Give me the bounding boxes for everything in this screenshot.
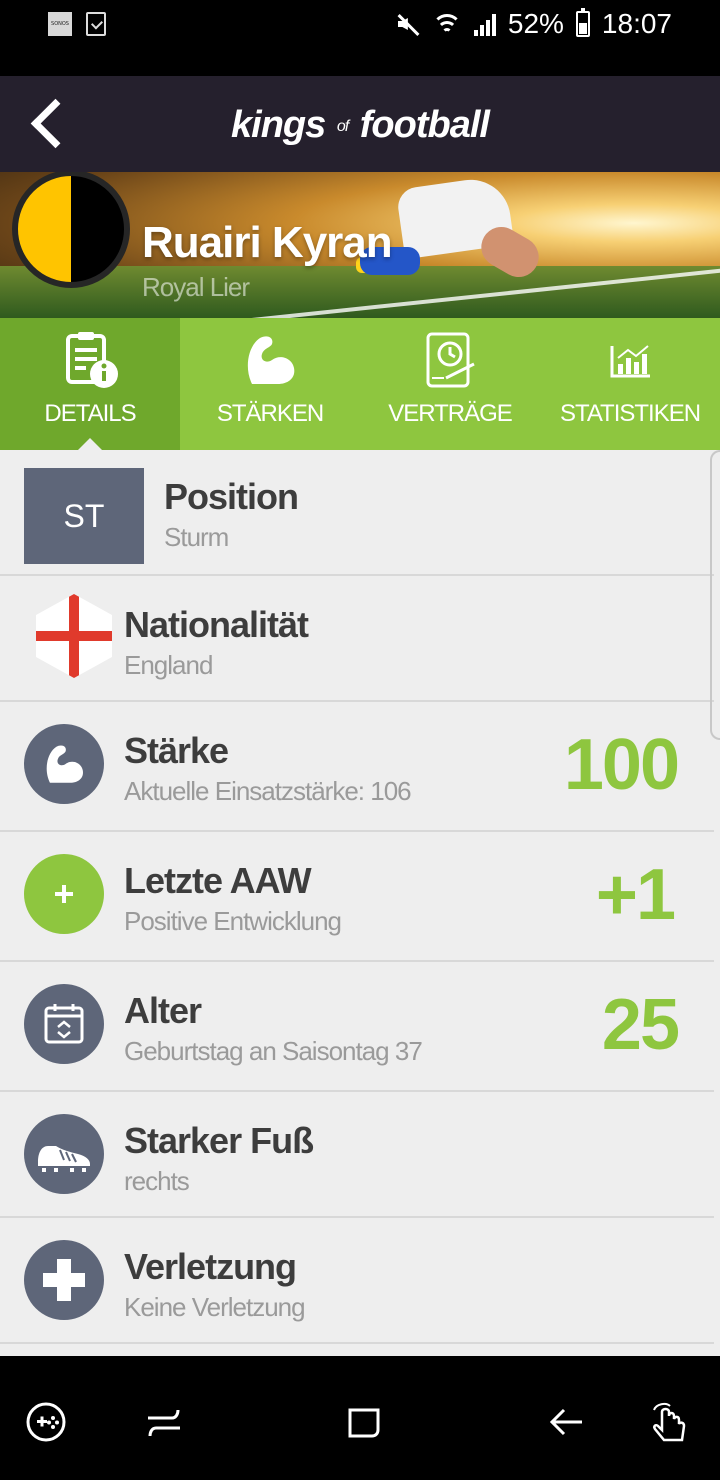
club-crest-icon — [12, 172, 130, 288]
calendar-icon — [24, 984, 104, 1064]
list-item-position: ST Position Sturm — [0, 450, 714, 576]
tab-statistiken-label: STATISTIKEN — [559, 400, 701, 427]
position-badge: ST — [24, 468, 144, 564]
injury-title: Verletzung — [124, 1246, 297, 1287]
touch-gesture-icon[interactable] — [648, 1400, 692, 1444]
position-title: Position — [164, 476, 299, 517]
strength-subtitle: Aktuelle Einsatzstärke: 106 — [124, 776, 412, 806]
checkbox-icon — [86, 12, 106, 36]
tab-staerken[interactable]: STÄRKEN — [180, 318, 360, 450]
list-item-strength: Stärke Aktuelle Einsatzstärke: 106 100 — [0, 702, 714, 832]
last-aaw-title: Letzte AAW — [124, 860, 312, 901]
flexed-arm-icon — [24, 724, 104, 804]
logo-football: football — [359, 104, 490, 146]
banner-player-image — [356, 172, 546, 312]
app-header: kings of football — [0, 76, 720, 172]
england-flag-icon — [36, 594, 112, 678]
strength-value: 100 — [563, 725, 680, 805]
tab-details[interactable]: DETAILS — [0, 318, 180, 450]
details-info-icon — [66, 332, 118, 388]
list-item-age: Alter Geburtstag an Saisontag 37 25 — [0, 962, 714, 1092]
injury-value: Keine Verletzung — [124, 1292, 306, 1322]
list-item-last-aaw: Letzte AAW Positive Entwicklung +1 — [0, 832, 714, 962]
signal-icon — [473, 12, 496, 36]
app-logo: kings of football — [0, 104, 720, 147]
tab-statistiken[interactable]: STATISTIKEN — [540, 318, 720, 450]
mute-icon — [396, 12, 420, 36]
player-name: Ruairi Kyran — [142, 218, 393, 267]
tab-bar: DETAILS STÄRKEN VERTRÄGE STATISTIKEN — [0, 318, 720, 450]
clock: 18:07 — [601, 8, 672, 39]
strong-foot-value: rechts — [124, 1166, 190, 1196]
list-item-strong-foot: Starker Fuß rechts — [0, 1092, 714, 1218]
sonos-icon: SONOS — [48, 12, 72, 36]
recent-apps-icon[interactable] — [142, 1400, 186, 1444]
list-item-injury: Verletzung Keine Verletzung — [0, 1218, 714, 1344]
plus-icon — [24, 854, 104, 934]
system-nav-bar — [0, 1356, 720, 1480]
logo-kings: kings — [231, 104, 326, 146]
last-aaw-value: +1 — [595, 855, 676, 935]
age-value: 25 — [601, 985, 680, 1065]
contract-clock-icon — [426, 332, 475, 388]
battery-icon — [575, 8, 590, 37]
nationality-value: England — [124, 650, 213, 680]
medical-cross-icon — [24, 1240, 104, 1320]
strong-foot-title: Starker Fuß — [124, 1120, 314, 1161]
list-item-nationality: Nationalität England — [0, 576, 714, 702]
tab-vertraege-label: VERTRÄGE — [388, 400, 513, 427]
status-bar: SONOS 52% 18:07 — [0, 0, 720, 76]
wifi-icon — [431, 12, 462, 36]
logo-of: of — [336, 117, 349, 135]
tab-staerken-label: STÄRKEN — [216, 400, 324, 427]
age-subtitle: Geburtstag an Saisontag 37 — [124, 1036, 423, 1066]
flexed-arm-icon — [247, 336, 295, 384]
player-banner: Ruairi Kyran Royal Lier — [0, 172, 720, 318]
bar-chart-icon — [610, 345, 650, 378]
tab-vertraege[interactable]: VERTRÄGE — [360, 318, 540, 450]
back-nav-icon[interactable] — [544, 1400, 588, 1444]
strength-title: Stärke — [124, 730, 229, 771]
scroll-indicator[interactable] — [710, 450, 720, 740]
age-title: Alter — [124, 990, 202, 1031]
battery-percent: 52% — [507, 8, 564, 39]
position-value: Sturm — [164, 522, 229, 552]
home-icon[interactable] — [342, 1400, 386, 1444]
player-club[interactable]: Royal Lier — [142, 272, 250, 303]
nationality-title: Nationalität — [124, 604, 309, 645]
last-aaw-subtitle: Positive Entwicklung — [124, 906, 342, 936]
football-boot-icon — [24, 1114, 104, 1194]
tab-details-label: DETAILS — [44, 400, 136, 427]
details-list: ST Position Sturm Nationalität England S… — [0, 450, 720, 1356]
game-tools-icon[interactable] — [24, 1400, 68, 1444]
